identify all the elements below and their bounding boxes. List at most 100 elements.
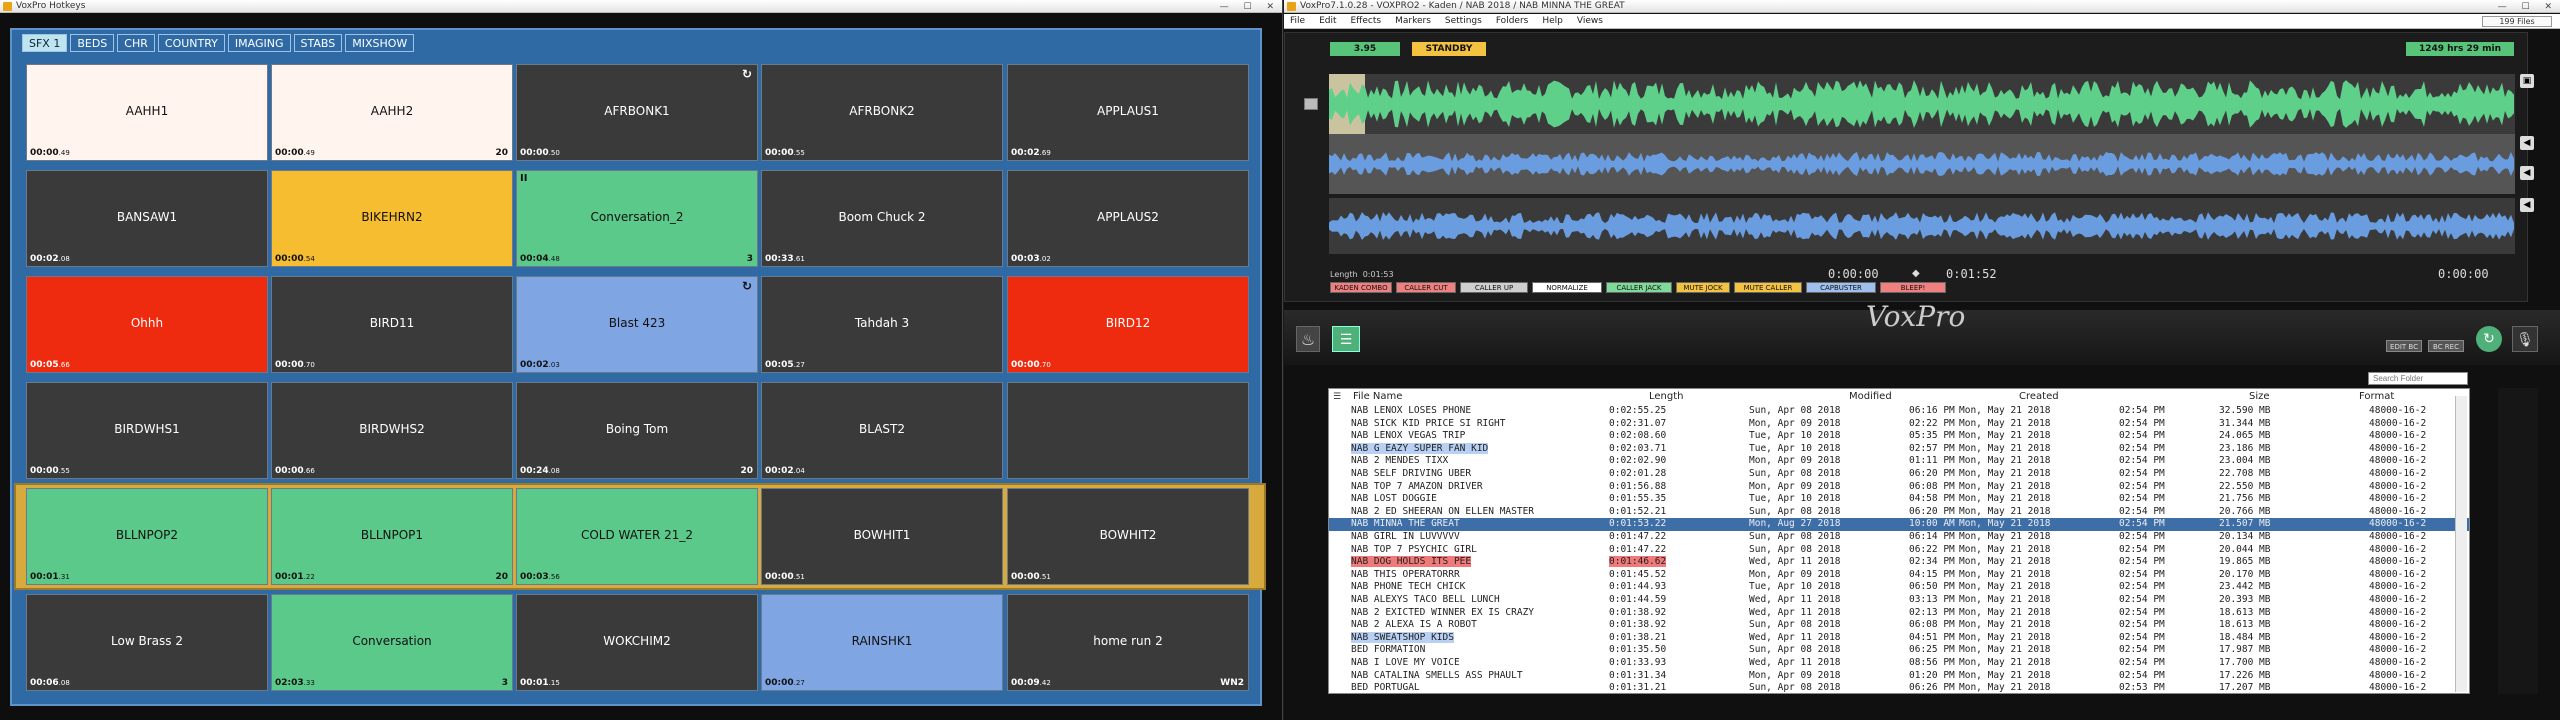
window-controls[interactable]: — ☐ ✕ [1220,1,1280,14]
effect-chip[interactable]: NORMALIZE [1532,282,1602,293]
lock-icon[interactable]: ▣ [2520,74,2534,88]
hotkey-pad[interactable]: COLD WATER 21_2 00:03.56 [516,488,758,585]
table-row[interactable]: BED PORTUGAL 0:01:31.21 Sun, Apr 08 2018 06… [1329,682,2469,693]
refresh-icon[interactable]: ↻ [2476,326,2502,352]
menu-edit[interactable]: Edit [1319,16,1336,26]
standby-button[interactable]: STANDBY [1412,42,1486,56]
menu-effects[interactable]: Effects [1351,16,1382,26]
waveform-track-3[interactable] [1329,198,2515,254]
effect-chip[interactable]: KADEN COMBO [1330,282,1392,293]
hotkey-pad[interactable]: BIKEHRN2 00:00.54 [271,170,513,267]
fire-icon[interactable]: ♨ [1296,326,1320,352]
waveform-track-2[interactable] [1329,134,2515,194]
hotkey-pad[interactable]: AFRBONK2 00:00.55 [761,64,1003,161]
speaker-icon[interactable]: ◀ [2520,166,2534,180]
hotkey-pad[interactable]: Boing Tom 00:24.08 20 [516,382,758,479]
hotkey-pad[interactable]: WOKCHIM2 00:01.15 [516,594,758,691]
table-row[interactable]: NAB G EAZY SUPER FAN KID 0:02:03.71 Tue, A… [1329,442,2469,456]
hotkey-pad[interactable]: BIRD12 00:00.70 [1007,276,1249,373]
column-header[interactable]: Format [2359,391,2394,402]
hotkey-pad[interactable]: Tahdah 3 00:05.27 [761,276,1003,373]
hotkey-pad[interactable]: Ohhh 00:05.66 [26,276,268,373]
tab-sfx-1[interactable]: SFX 1 [22,34,68,52]
tab-stabs[interactable]: STABS [293,34,343,52]
table-row[interactable]: NAB MINNA THE GREAT 0:01:53.22 Mon, Aug 27… [1329,518,2469,531]
table-row[interactable]: NAB LOST DOGGIE 0:01:55.35 Tue, Apr 10 201… [1329,493,2469,506]
table-row[interactable]: NAB I LOVE MY VOICE 0:01:33.93 Wed, Apr 11… [1329,657,2469,670]
table-row[interactable]: NAB CATALINA SMELLS ASS PHAULT 0:01:31.34… [1329,670,2469,683]
microphone-icon[interactable]: 🎙 [2512,326,2538,352]
waveform-track-1[interactable] [1329,74,2515,134]
column-header[interactable]: File Name [1353,391,1402,402]
list-options-icon[interactable]: ☰ [1333,392,1341,402]
column-header[interactable]: Length [1649,391,1684,402]
hotkey-pad[interactable]: BIRDWHS2 00:00.66 [271,382,513,479]
effect-chip[interactable]: CAPBUSTER [1806,282,1876,293]
hotkey-pad[interactable]: AAHH2 00:00.49 20 [271,64,513,161]
column-header[interactable]: Created [2019,391,2059,402]
table-row[interactable]: BED FORMATION 0:01:35.50 Sun, Apr 08 2018 0… [1329,644,2469,657]
hotkey-pad[interactable]: AFRBONK1 00:00.50 ↻ [516,64,758,161]
menu-views[interactable]: Views [1577,16,1603,26]
hotkey-pad[interactable]: Low Brass 2 00:06.08 [26,594,268,691]
table-row[interactable]: NAB 2 ED SHEERAN ON ELLEN MASTER 0:01:52.… [1329,506,2469,519]
hotkey-pad[interactable]: APPLAUS2 00:03.02 [1007,170,1249,267]
menu-file[interactable]: File [1290,16,1305,26]
menu-help[interactable]: Help [1542,16,1563,26]
effect-chip[interactable]: MUTE JOCK [1676,282,1730,293]
hotkey-pad[interactable]: home run 2 00:09.42 WN2 [1007,594,1249,691]
hotkey-pad[interactable]: BLAST2 00:02.04 [761,382,1003,479]
table-row[interactable]: NAB SICK KID PRICE SI RIGHT 0:02:31.07 Mon… [1329,418,2469,431]
hotkey-pad[interactable] [1007,382,1249,479]
level-readout[interactable]: 3.95 [1330,42,1400,56]
speaker-icon[interactable]: ◀ [2520,136,2534,150]
hotkey-pad[interactable]: BOWHIT2 00:00.51 [1007,488,1249,585]
hotkey-pad[interactable]: BOWHIT1 00:00.51 [761,488,1003,585]
tab-chr[interactable]: CHR [117,34,155,52]
column-header[interactable]: Size [2249,391,2270,402]
window-controls[interactable]: — ☐ ✕ [2498,1,2558,14]
search-folder-input[interactable] [2368,372,2468,385]
bc-rec-button[interactable]: BC REC [2428,340,2464,352]
effect-chip[interactable]: CALLER JACK [1606,282,1672,293]
hotkey-pad[interactable]: BLLNPOP1 00:01.22 20 [271,488,513,585]
effect-chip[interactable]: CALLER UP [1460,282,1528,293]
table-row[interactable]: NAB 2 EXICTED WINNER EX IS CRAZY 0:01:38.… [1329,607,2469,620]
menu-settings[interactable]: Settings [1445,16,1482,26]
table-row[interactable]: NAB LENOX VEGAS TRIP 0:02:08.60 Tue, Apr 1… [1329,430,2469,443]
file-list-scrollbar[interactable] [2455,396,2467,692]
column-header[interactable]: Modified [1849,391,1892,402]
table-row[interactable]: NAB ALEXYS TACO BELL LUNCH 0:01:44.59 Wed,… [1329,594,2469,607]
hotkey-pad[interactable]: APPLAUS1 00:02.69 [1007,64,1249,161]
tab-country[interactable]: COUNTRY [157,34,225,52]
hotkey-pad[interactable]: Conversation 02:03.33 3 [271,594,513,691]
hotkey-pad[interactable]: Conversation_2 00:04.48 3 II [516,170,758,267]
table-row[interactable]: NAB GIRL IN LUVVVVV 0:01:47.22 Sun, Apr 08… [1329,531,2469,544]
effect-chip[interactable]: BLEEP! [1880,282,1946,293]
effect-chip[interactable]: CALLER CUT [1396,282,1456,293]
table-row[interactable]: NAB 2 ALEXA IS A ROBOT 0:01:38.92 Sun, Apr… [1329,619,2469,632]
hotkey-pad[interactable]: AAHH1 00:00.49 [26,64,268,161]
effect-chip[interactable]: MUTE CALLER [1734,282,1802,293]
track-menu-icon[interactable] [1304,98,1318,110]
table-row[interactable]: NAB SWEATSHOP KIDS 0:01:38.21 Wed, Apr 11 … [1329,631,2469,645]
table-row[interactable]: NAB TOP 7 PSYCHIC GIRL 0:01:47.22 Sun, Apr… [1329,544,2469,557]
table-row[interactable]: NAB THIS OPERATORRR 0:01:45.52 Mon, Apr 09… [1329,569,2469,582]
hotkey-pad[interactable]: BANSAW1 00:02.08 [26,170,268,267]
hotkey-pad[interactable]: Boom Chuck 2 00:33.61 [761,170,1003,267]
hotkey-pad[interactable]: RAINSHK1 00:00.27 [761,594,1003,691]
tab-mixshow[interactable]: MIXSHOW [345,34,415,52]
table-row[interactable]: NAB SELF DRIVING UBER 0:02:01.28 Sun, Apr … [1329,468,2469,481]
tab-beds[interactable]: BEDS [70,34,115,52]
edit-bc-button[interactable]: EDIT BC [2386,340,2422,352]
hotkey-pad[interactable]: BLLNPOP2 00:01.31 [26,488,268,585]
table-row[interactable]: NAB PHONE TECH CHICK 0:01:44.93 Tue, Apr 1… [1329,581,2469,594]
menu-markers[interactable]: Markers [1395,16,1431,26]
table-row[interactable]: NAB DOG HOLDS ITS PEE 0:01:46.62 Wed, Apr … [1329,556,2469,569]
table-row[interactable]: NAB TOP 7 AMAZON DRIVER 0:01:56.88 Mon, Ap… [1329,481,2469,494]
hotkey-pad[interactable]: BIRD11 00:00.70 [271,276,513,373]
table-row[interactable]: NAB LENOX LOSES PHONE 0:02:55.25 Sun, Apr … [1329,405,2469,418]
list-view-icon[interactable]: ☰ [1332,326,1360,352]
table-row[interactable]: NAB 2 MENDES TIXX 0:02:02.90 Mon, Apr 09 2… [1329,455,2469,468]
hotkey-pad[interactable]: Blast 423 00:02.03 ↻ [516,276,758,373]
